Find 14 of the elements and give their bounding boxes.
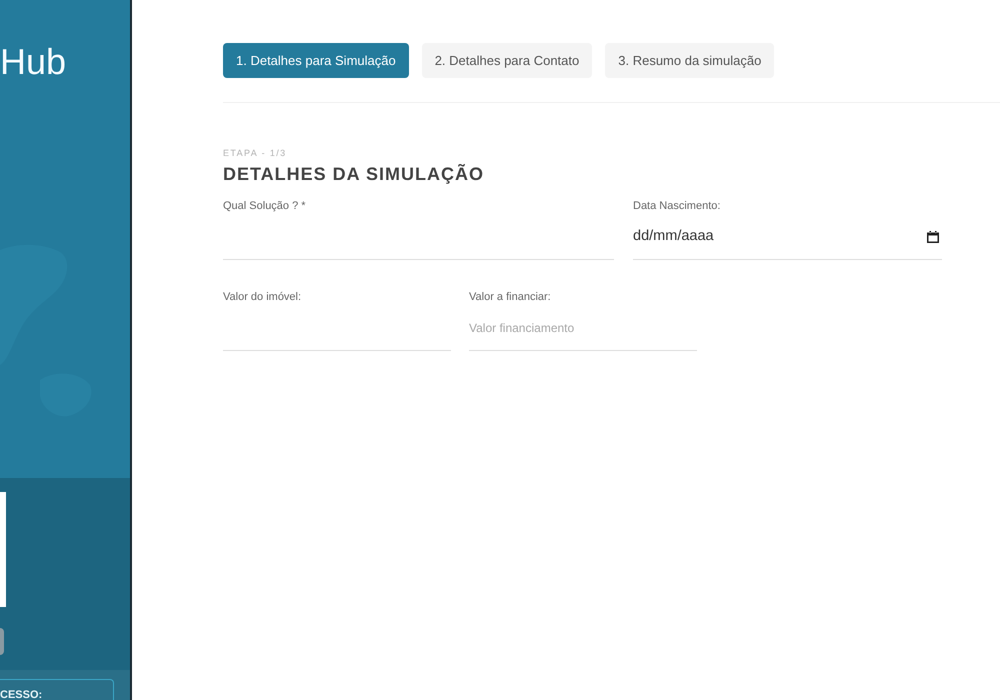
input-field[interactable]: Valor financiamento xyxy=(469,304,697,351)
step-tab[interactable]: 1. Detalhes para Simulação xyxy=(223,43,409,78)
calendar-icon[interactable] xyxy=(927,231,939,243)
step-tab[interactable]: 3. Resumo da simulação xyxy=(605,43,774,78)
section-title: DETALHES DA SIMULAÇÃO xyxy=(223,163,485,185)
field-label: Valor do imóvel: xyxy=(223,290,302,304)
field-label: Data Nascimento: xyxy=(633,199,722,213)
logo-text: Hub xyxy=(0,44,66,80)
step-caption: ETAPA - 1/3 xyxy=(223,147,288,159)
field-label: Qual Solução ? * xyxy=(223,199,307,213)
partial-button[interactable] xyxy=(0,628,4,655)
access-box: CESSO: xyxy=(0,679,114,700)
field-label: Valor a financiar: xyxy=(469,290,552,304)
step-tab[interactable]: 2. Detalhes para Contato xyxy=(422,43,592,78)
